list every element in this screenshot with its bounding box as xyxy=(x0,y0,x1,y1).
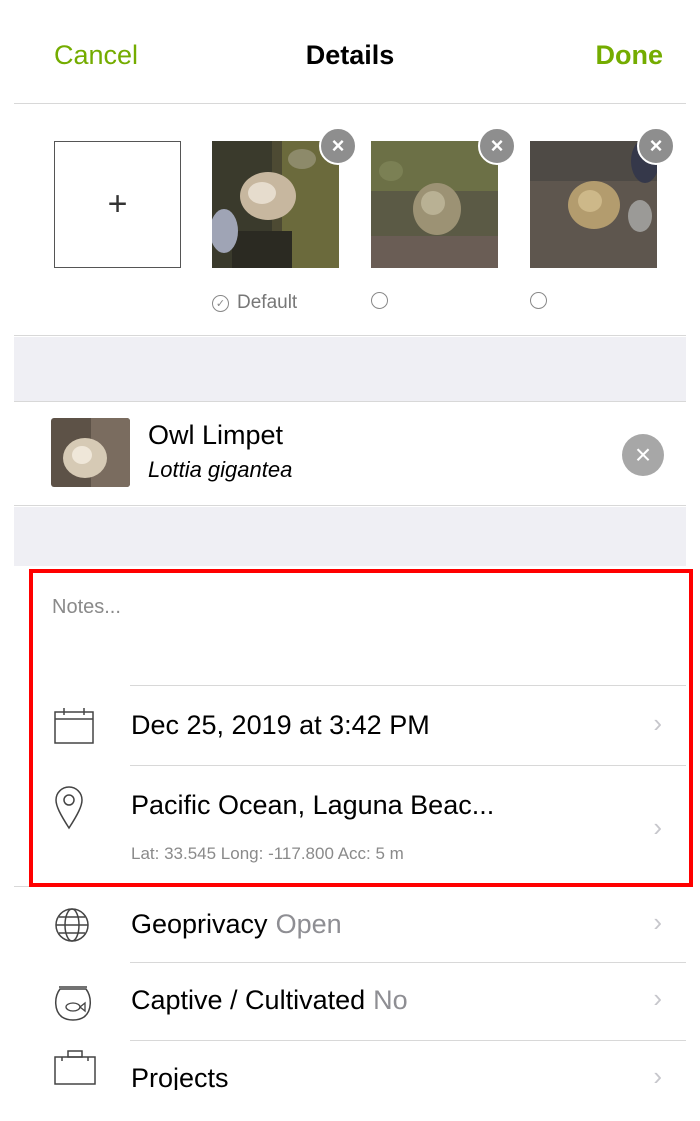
observation-details-screen: Cancel Details Done + × × × ✓ Default Ow… xyxy=(14,6,686,1090)
location-row[interactable]: Pacific Ocean, Laguna Beac... Lat: 33.54… xyxy=(14,766,686,886)
date-row[interactable]: Dec 25, 2019 at 3:42 PM › xyxy=(14,686,686,766)
default-photo-selector-3[interactable] xyxy=(530,292,547,309)
photo-thumbnail-1[interactable]: × xyxy=(212,127,357,268)
close-icon: × xyxy=(649,133,663,158)
remove-photo-2-button[interactable]: × xyxy=(478,127,516,165)
captive-title: Captive / Cultivated xyxy=(131,985,366,1015)
taxon-scientific-name: Lottia gigantea xyxy=(148,457,293,482)
add-photo-button[interactable]: + xyxy=(54,141,181,268)
chevron-right-icon: › xyxy=(653,983,662,1013)
chevron-right-icon: › xyxy=(653,1061,662,1090)
taxon-common-name: Owl Limpet xyxy=(148,420,284,450)
chevron-right-icon: › xyxy=(653,812,662,842)
default-photo-selector-2[interactable] xyxy=(371,292,388,309)
limpet-photo-2 xyxy=(371,141,498,268)
checkmark-circle-icon: ✓ xyxy=(212,294,229,312)
section-spacer xyxy=(14,507,686,566)
location-label: Pacific Ocean, Laguna Beac... xyxy=(131,790,495,820)
location-coordinates: Lat: 33.545 Long: -117.800 Acc: 5 m xyxy=(131,844,404,863)
default-label: Default xyxy=(237,292,298,313)
remove-photo-1-button[interactable]: × xyxy=(319,127,357,165)
notes-field[interactable]: Notes... xyxy=(14,566,686,686)
page-title: Details xyxy=(305,40,395,70)
globe-icon xyxy=(55,908,89,942)
remove-photo-3-button[interactable]: × xyxy=(637,127,675,165)
photo-thumbnail-3[interactable]: × xyxy=(530,127,675,268)
clear-taxon-button[interactable]: × xyxy=(622,434,664,476)
close-icon: × xyxy=(634,439,652,470)
radio-circle-icon xyxy=(371,292,388,309)
geoprivacy-label: Geoprivacy Open xyxy=(131,909,342,940)
captive-label: Captive / Cultivated No xyxy=(131,985,408,1016)
projects-row[interactable]: Projects › xyxy=(14,1041,686,1090)
date-label: Dec 25, 2019 at 3:42 PM xyxy=(131,710,430,740)
taxon-thumbnail xyxy=(51,418,130,487)
close-icon: × xyxy=(490,133,504,158)
limpet-photo-3 xyxy=(530,141,657,268)
geoprivacy-value: Open xyxy=(275,909,342,939)
section-spacer xyxy=(14,337,686,401)
fishbowl-icon xyxy=(55,986,91,1021)
taxon-row[interactable]: Owl Limpet Lottia gigantea × xyxy=(14,401,686,506)
projects-label: Projects xyxy=(131,1063,229,1090)
geoprivacy-row[interactable]: Geoprivacy Open › xyxy=(14,886,686,963)
plus-icon: + xyxy=(107,185,128,223)
briefcase-icon xyxy=(54,1050,96,1085)
notes-placeholder: Notes... xyxy=(52,596,121,618)
navigation-bar: Cancel Details Done xyxy=(14,6,686,104)
calendar-icon xyxy=(54,708,94,744)
limpet-photo-1 xyxy=(212,141,339,268)
photo-strip: + × × × ✓ Default xyxy=(14,104,686,336)
captive-value: No xyxy=(373,985,408,1015)
chevron-right-icon: › xyxy=(653,907,662,937)
done-button[interactable]: Done xyxy=(596,40,664,71)
default-photo-selector-1[interactable]: ✓ Default xyxy=(212,292,297,314)
photo-thumbnail-2[interactable]: × xyxy=(371,127,516,268)
geoprivacy-title: Geoprivacy xyxy=(131,909,268,939)
radio-circle-icon xyxy=(530,292,547,309)
location-pin-icon xyxy=(55,786,83,830)
chevron-right-icon: › xyxy=(653,708,662,738)
close-icon: × xyxy=(331,133,345,158)
captive-cultivated-row[interactable]: Captive / Cultivated No › xyxy=(14,963,686,1041)
